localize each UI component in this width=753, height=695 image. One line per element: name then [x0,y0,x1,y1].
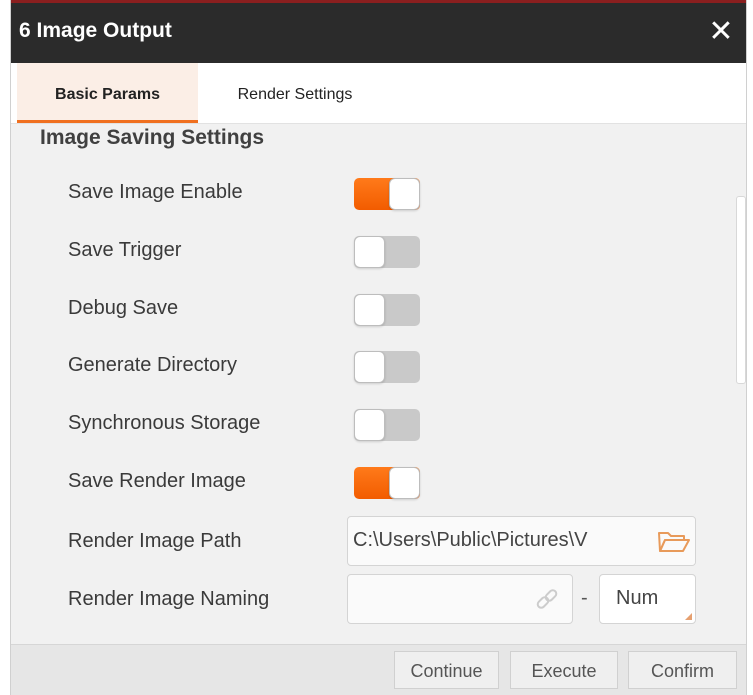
tab-bar: Basic Params Render Settings [11,63,746,124]
close-button[interactable]: ✕ [706,13,736,51]
settings-panel: Image Saving Settings Save Image Enable … [11,124,746,644]
save-trigger-toggle[interactable] [354,236,420,268]
toggle-knob [354,351,385,383]
folder-icon [658,532,690,552]
generate-directory-toggle[interactable] [354,351,420,383]
toggle-knob [389,178,420,210]
synchronous-storage-label: Synchronous Storage [68,412,261,434]
naming-suffix-select[interactable]: Num [599,574,696,624]
image-output-dialog: 6 Image Output ✕ Basic Params Render Set… [10,0,747,695]
save-render-image-label: Save Render Image [68,470,246,492]
execute-button[interactable]: Execute [510,651,618,689]
confirm-button[interactable]: Confirm [628,651,737,689]
resize-corner-icon [685,613,692,620]
save-image-enable-label: Save Image Enable [68,181,243,203]
vertical-scrollbar[interactable] [736,196,746,384]
debug-save-toggle[interactable] [354,294,420,326]
save-image-enable-toggle[interactable] [354,178,420,210]
generate-directory-label: Generate Directory [68,354,237,376]
continue-button[interactable]: Continue [394,651,499,689]
debug-save-label: Debug Save [68,297,179,319]
tab-basic-params[interactable]: Basic Params [17,63,198,123]
render-image-naming-input[interactable] [347,574,573,624]
render-image-path-value: C:\Users\Public\Pictures\V [353,529,588,551]
browse-folder-button[interactable] [651,517,695,565]
render-image-path-label: Render Image Path [68,530,242,552]
render-image-path-field[interactable]: C:\Users\Public\Pictures\V [347,516,696,566]
save-trigger-label: Save Trigger [68,239,182,261]
toggle-knob [354,409,385,441]
render-image-naming-label: Render Image Naming [68,588,270,610]
naming-separator: - [581,587,588,609]
naming-suffix-value: Num [616,587,659,609]
toggle-knob [354,294,385,326]
tab-render-settings[interactable]: Render Settings [201,63,389,123]
synchronous-storage-toggle[interactable] [354,409,420,441]
toggle-knob [389,467,420,499]
title-bar: 6 Image Output ✕ [11,0,746,63]
link-icon[interactable] [534,587,560,613]
window-title: 6 Image Output [19,19,172,42]
toggle-knob [354,236,385,268]
footer-bar: Continue Execute Confirm [11,644,746,695]
save-render-image-toggle[interactable] [354,467,420,499]
section-title: Image Saving Settings [40,126,265,149]
close-icon: ✕ [708,15,734,48]
